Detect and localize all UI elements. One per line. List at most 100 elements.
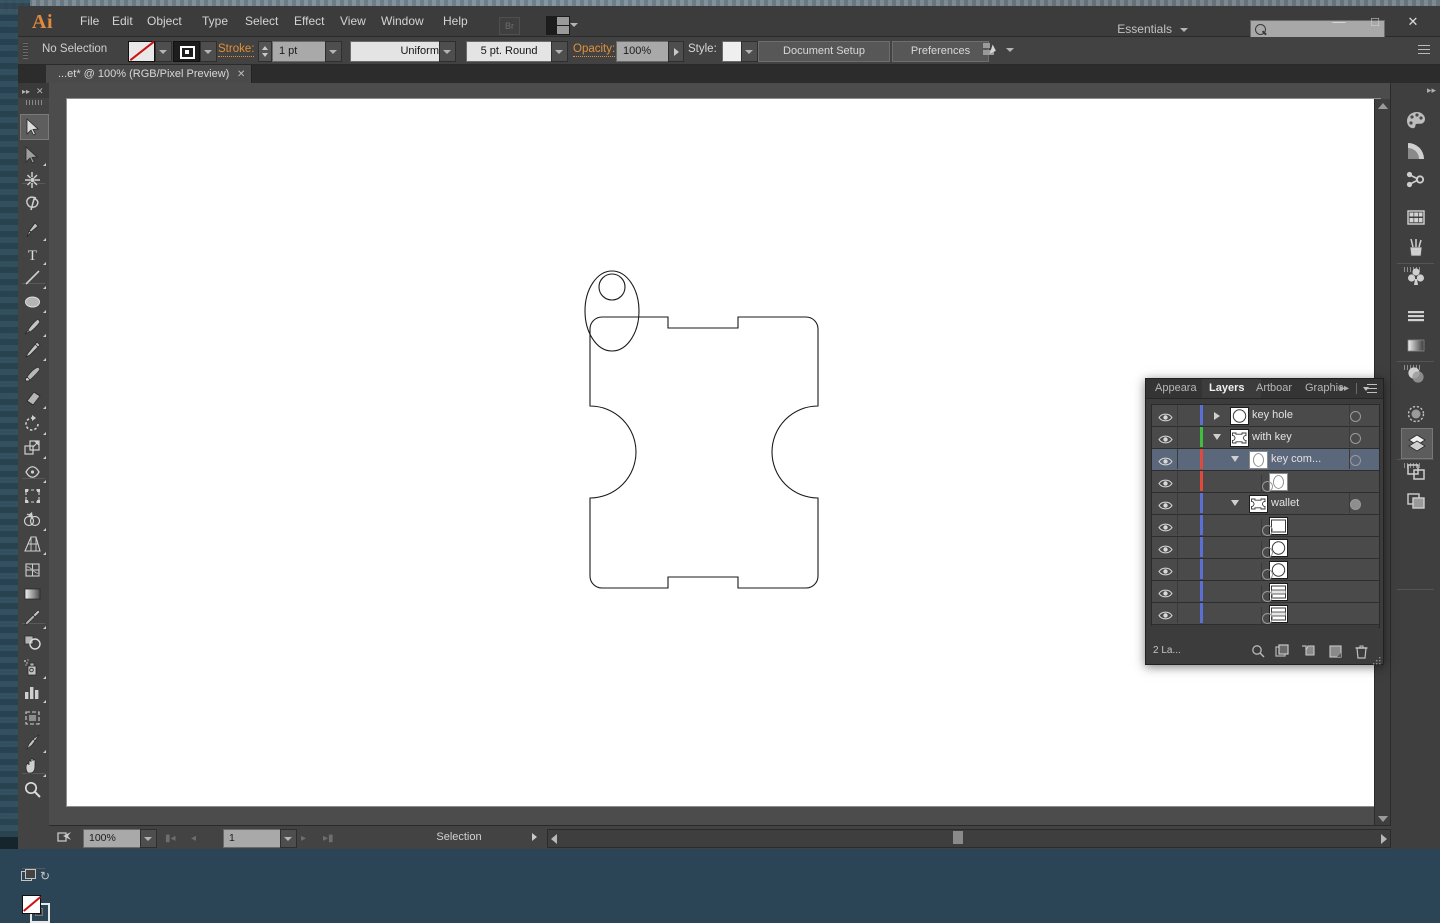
lock-toggle[interactable] — [1182, 581, 1202, 601]
panel-menu-icon[interactable] — [1363, 384, 1377, 394]
horizontal-scrollbar[interactable] — [547, 829, 1391, 848]
horizontal-scroll-thumb[interactable] — [953, 831, 963, 844]
stroke-width-stepper[interactable] — [258, 41, 272, 62]
lock-toggle[interactable] — [1182, 427, 1202, 447]
visibility-toggle-icon[interactable] — [1158, 432, 1173, 443]
visibility-toggle-icon[interactable] — [1158, 586, 1173, 597]
selection-tool[interactable] — [20, 114, 49, 140]
line-segment-tool[interactable] — [20, 266, 47, 290]
chevron-down-icon[interactable] — [1006, 48, 1014, 52]
perspective-grid-tool[interactable] — [20, 532, 47, 556]
arrange-documents-button[interactable] — [546, 16, 582, 34]
stroke-profile-select[interactable]: Uniform — [350, 41, 445, 62]
stroke-panel-icon[interactable] — [1401, 302, 1431, 331]
fill-indicator[interactable] — [22, 895, 41, 914]
shape-builder-tool[interactable] — [20, 508, 47, 532]
stroke-width-input[interactable]: 1 pt — [272, 41, 328, 62]
visibility-toggle-icon[interactable] — [1158, 564, 1173, 575]
lasso-tool[interactable] — [20, 192, 47, 216]
create-new-layer-button[interactable] — [1328, 644, 1344, 659]
visibility-toggle-icon[interactable] — [1158, 454, 1173, 465]
scroll-down-icon[interactable] — [1378, 816, 1388, 822]
pen-tool[interactable] — [20, 218, 47, 242]
export-icon[interactable] — [57, 830, 74, 844]
window-close-button[interactable]: ✕ — [1396, 12, 1430, 32]
tools-panel-header[interactable]: ▸▸ ✕ — [18, 83, 49, 98]
color-guide-panel-icon[interactable] — [1401, 137, 1431, 166]
lock-toggle[interactable] — [1182, 515, 1202, 535]
fill-color-swatch[interactable] — [128, 41, 155, 62]
layer-target-indicator[interactable] — [1262, 591, 1273, 602]
layer-target-indicator[interactable] — [1262, 547, 1273, 558]
width-tool[interactable] — [20, 460, 47, 484]
layer-row[interactable] — [1152, 515, 1379, 537]
graphic-style-dropdown[interactable] — [741, 41, 758, 62]
scroll-right-icon[interactable] — [1381, 834, 1387, 844]
lock-toggle[interactable] — [1182, 405, 1202, 425]
magic-wand-tool[interactable] — [20, 168, 47, 192]
eraser-tool[interactable] — [20, 386, 47, 410]
artboard-number-input[interactable]: 1 — [223, 829, 282, 848]
menu-select[interactable]: Select — [240, 13, 283, 29]
visibility-toggle-icon[interactable] — [1158, 608, 1173, 619]
opacity-flyout-button[interactable] — [668, 41, 684, 62]
layers-list[interactable]: key holewith keykey com...wallet — [1151, 404, 1380, 628]
graphic-style-swatch[interactable] — [722, 41, 742, 62]
visibility-toggle-icon[interactable] — [1158, 520, 1173, 531]
menu-type[interactable]: Type — [197, 13, 233, 29]
opacity-label[interactable]: Opacity: — [573, 43, 615, 57]
menu-object[interactable]: Object — [142, 13, 187, 29]
lock-toggle[interactable] — [1182, 603, 1202, 623]
layer-target-indicator[interactable] — [1350, 411, 1361, 422]
gradient-tool[interactable] — [20, 582, 47, 606]
paintbrush-tool[interactable] — [20, 314, 47, 338]
stroke-profile-dropdown[interactable] — [439, 41, 456, 62]
close-icon[interactable]: ✕ — [36, 86, 44, 97]
window-minimize-button[interactable]: — — [1322, 12, 1356, 32]
blob-brush-tool[interactable] — [20, 362, 47, 386]
menu-file[interactable]: File — [75, 13, 104, 29]
visibility-toggle-icon[interactable] — [1158, 476, 1173, 487]
disclosure-triangle-icon[interactable] — [1214, 412, 1220, 420]
scroll-left-icon[interactable] — [551, 834, 557, 844]
locate-object-button[interactable] — [1251, 644, 1267, 659]
layer-row[interactable]: key hole — [1152, 405, 1379, 427]
layer-row[interactable] — [1152, 559, 1379, 581]
stroke-width-dropdown[interactable] — [325, 41, 342, 62]
layer-name[interactable]: key hole — [1252, 409, 1293, 421]
visibility-toggle-icon[interactable] — [1158, 498, 1173, 509]
eyedropper-tool[interactable] — [20, 606, 47, 630]
lock-toggle[interactable] — [1182, 493, 1202, 513]
layer-target-indicator[interactable] — [1262, 569, 1273, 580]
visibility-toggle-icon[interactable] — [1158, 410, 1173, 421]
menu-view[interactable]: View — [335, 13, 371, 29]
align-to-selection-icon[interactable] — [983, 42, 1001, 58]
layer-row[interactable]: with key — [1152, 427, 1379, 449]
edit-colors-panel-icon[interactable] — [1401, 166, 1431, 195]
symbol-sprayer-tool[interactable] — [20, 656, 47, 680]
free-transform-tool[interactable] — [20, 484, 47, 508]
lock-toggle[interactable] — [1182, 559, 1202, 579]
control-bar-menu-icon[interactable] — [1418, 45, 1430, 56]
color-panel-icon[interactable] — [1401, 106, 1431, 135]
layer-target-indicator[interactable] — [1262, 613, 1273, 624]
brushes-panel-icon[interactable] — [1401, 234, 1431, 263]
swap-fill-stroke-icon[interactable]: ↻ — [40, 870, 52, 882]
make-clipping-mask-button[interactable] — [1275, 644, 1291, 659]
layer-target-indicator[interactable] — [1262, 525, 1273, 536]
zoom-level-input[interactable]: 100% — [83, 829, 142, 848]
hand-tool[interactable] — [20, 754, 47, 778]
graphic-styles-panel-icon[interactable] — [1401, 487, 1431, 516]
direct-selection-tool[interactable] — [20, 143, 47, 167]
fill-dropdown-button[interactable] — [155, 41, 172, 62]
create-new-sublayer-button[interactable] — [1301, 644, 1317, 659]
layer-name[interactable]: key com... — [1271, 453, 1321, 465]
panel-resize-grip[interactable] — [1372, 653, 1381, 662]
collapse-tools-icon[interactable]: ▸▸ — [22, 87, 30, 96]
expand-panels-icon[interactable]: ▸▸ — [1427, 85, 1436, 96]
mesh-tool[interactable] — [20, 558, 47, 582]
window-maximize-button[interactable]: □ — [1358, 12, 1392, 32]
layer-target-indicator[interactable] — [1350, 455, 1361, 466]
stroke-dropdown-button[interactable] — [200, 41, 217, 62]
document-tab[interactable]: ...et* @ 100% (RGB/Pixel Preview) ✕ — [46, 65, 252, 84]
